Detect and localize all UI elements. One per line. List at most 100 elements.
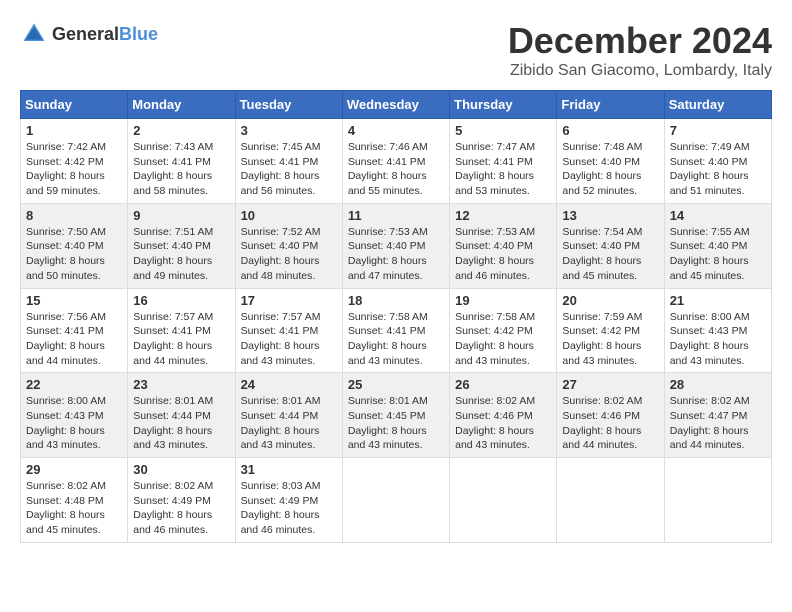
calendar-cell: 14 Sunrise: 7:55 AM Sunset: 4:40 PM Dayli… [664,203,771,288]
day-number: 23 [133,377,229,392]
calendar-week-3: 15 Sunrise: 7:56 AM Sunset: 4:41 PM Dayli… [21,288,772,373]
col-wednesday: Wednesday [342,91,449,119]
day-info: Sunrise: 7:55 AM Sunset: 4:40 PM Dayligh… [670,225,766,284]
day-info: Sunrise: 7:53 AM Sunset: 4:40 PM Dayligh… [455,225,551,284]
day-info: Sunrise: 8:01 AM Sunset: 4:44 PM Dayligh… [133,394,229,453]
calendar-week-4: 22 Sunrise: 8:00 AM Sunset: 4:43 PM Dayli… [21,373,772,458]
calendar-cell: 3 Sunrise: 7:45 AM Sunset: 4:41 PM Daylig… [235,119,342,204]
logo-text-blue: Blue [119,24,158,44]
day-number: 24 [241,377,337,392]
calendar-cell: 17 Sunrise: 7:57 AM Sunset: 4:41 PM Dayli… [235,288,342,373]
day-info: Sunrise: 7:48 AM Sunset: 4:40 PM Dayligh… [562,140,658,199]
calendar-cell: 15 Sunrise: 7:56 AM Sunset: 4:41 PM Dayli… [21,288,128,373]
col-friday: Friday [557,91,664,119]
day-info: Sunrise: 8:01 AM Sunset: 4:44 PM Dayligh… [241,394,337,453]
calendar-cell: 8 Sunrise: 7:50 AM Sunset: 4:40 PM Daylig… [21,203,128,288]
calendar-cell: 4Sunrise: 7:46 AM Sunset: 4:41 PM Daylig… [342,119,449,204]
day-info: Sunrise: 7:49 AM Sunset: 4:40 PM Dayligh… [670,140,766,199]
calendar-cell: 10Sunrise: 7:52 AM Sunset: 4:40 PM Dayli… [235,203,342,288]
day-info: Sunrise: 7:50 AM Sunset: 4:40 PM Dayligh… [26,225,122,284]
day-number: 12 [455,208,551,223]
month-title: December 2024 [508,20,772,62]
day-info: Sunrise: 8:00 AM Sunset: 4:43 PM Dayligh… [670,310,766,369]
day-info: Sunrise: 7:45 AM Sunset: 4:41 PM Dayligh… [241,140,337,199]
calendar-cell: 30Sunrise: 8:02 AM Sunset: 4:49 PM Dayli… [128,458,235,543]
day-number: 28 [670,377,766,392]
calendar-week-2: 8 Sunrise: 7:50 AM Sunset: 4:40 PM Daylig… [21,203,772,288]
logo: GeneralBlue [20,20,158,48]
calendar-cell: 7 Sunrise: 7:49 AM Sunset: 4:40 PM Daylig… [664,119,771,204]
calendar-cell: 5 Sunrise: 7:47 AM Sunset: 4:41 PM Daylig… [450,119,557,204]
day-number: 14 [670,208,766,223]
header-row: Sunday Monday Tuesday Wednesday Thursday… [21,91,772,119]
day-info: Sunrise: 7:56 AM Sunset: 4:41 PM Dayligh… [26,310,122,369]
day-info: Sunrise: 8:00 AM Sunset: 4:43 PM Dayligh… [26,394,122,453]
day-info: Sunrise: 7:53 AM Sunset: 4:40 PM Dayligh… [348,225,444,284]
day-number: 21 [670,293,766,308]
day-info: Sunrise: 7:46 AM Sunset: 4:41 PM Dayligh… [348,140,444,199]
day-info: Sunrise: 8:03 AM Sunset: 4:49 PM Dayligh… [241,479,337,538]
calendar-table: Sunday Monday Tuesday Wednesday Thursday… [20,90,772,543]
calendar-cell: 25Sunrise: 8:01 AM Sunset: 4:45 PM Dayli… [342,373,449,458]
col-monday: Monday [128,91,235,119]
day-number: 7 [670,123,766,138]
calendar-cell: 21 Sunrise: 8:00 AM Sunset: 4:43 PM Dayli… [664,288,771,373]
col-sunday: Sunday [21,91,128,119]
day-number: 29 [26,462,122,477]
day-number: 13 [562,208,658,223]
day-number: 10 [241,208,337,223]
day-number: 1 [26,123,122,138]
calendar-cell: 27 Sunrise: 8:02 AM Sunset: 4:46 PM Dayli… [557,373,664,458]
day-info: Sunrise: 7:43 AM Sunset: 4:41 PM Dayligh… [133,140,229,199]
day-number: 5 [455,123,551,138]
day-info: Sunrise: 7:57 AM Sunset: 4:41 PM Dayligh… [133,310,229,369]
day-number: 11 [348,208,444,223]
day-info: Sunrise: 7:58 AM Sunset: 4:42 PM Dayligh… [455,310,551,369]
day-number: 22 [26,377,122,392]
day-info: Sunrise: 8:02 AM Sunset: 4:46 PM Dayligh… [455,394,551,453]
day-info: Sunrise: 7:57 AM Sunset: 4:41 PM Dayligh… [241,310,337,369]
day-info: Sunrise: 7:54 AM Sunset: 4:40 PM Dayligh… [562,225,658,284]
calendar-cell: 22 Sunrise: 8:00 AM Sunset: 4:43 PM Dayli… [21,373,128,458]
calendar-cell: 9Sunrise: 7:51 AM Sunset: 4:40 PM Daylig… [128,203,235,288]
calendar-cell: 16Sunrise: 7:57 AM Sunset: 4:41 PM Dayli… [128,288,235,373]
day-number: 15 [26,293,122,308]
day-info: Sunrise: 7:47 AM Sunset: 4:41 PM Dayligh… [455,140,551,199]
calendar-week-5: 29 Sunrise: 8:02 AM Sunset: 4:48 PM Dayli… [21,458,772,543]
calendar-cell [450,458,557,543]
day-number: 27 [562,377,658,392]
day-number: 8 [26,208,122,223]
calendar-cell: 20Sunrise: 7:59 AM Sunset: 4:42 PM Dayli… [557,288,664,373]
calendar-cell [557,458,664,543]
day-number: 17 [241,293,337,308]
day-info: Sunrise: 7:42 AM Sunset: 4:42 PM Dayligh… [26,140,122,199]
day-info: Sunrise: 8:02 AM Sunset: 4:46 PM Dayligh… [562,394,658,453]
day-number: 26 [455,377,551,392]
day-number: 3 [241,123,337,138]
header: GeneralBlue December 2024 Zibido San Gia… [20,20,772,80]
calendar-cell: 2 Sunrise: 7:43 AM Sunset: 4:41 PM Daylig… [128,119,235,204]
day-number: 6 [562,123,658,138]
day-info: Sunrise: 7:58 AM Sunset: 4:41 PM Dayligh… [348,310,444,369]
day-number: 30 [133,462,229,477]
calendar-cell: 18Sunrise: 7:58 AM Sunset: 4:41 PM Dayli… [342,288,449,373]
calendar-cell: 1 Sunrise: 7:42 AM Sunset: 4:42 PM Daylig… [21,119,128,204]
calendar-cell: 11 Sunrise: 7:53 AM Sunset: 4:40 PM Dayli… [342,203,449,288]
day-number: 2 [133,123,229,138]
location-title: Zibido San Giacomo, Lombardy, Italy [508,62,772,80]
calendar-cell [664,458,771,543]
title-area: December 2024 Zibido San Giacomo, Lombar… [508,20,772,80]
calendar-cell: 24 Sunrise: 8:01 AM Sunset: 4:44 PM Dayli… [235,373,342,458]
day-number: 20 [562,293,658,308]
calendar-cell: 26 Sunrise: 8:02 AM Sunset: 4:46 PM Dayli… [450,373,557,458]
calendar-cell: 28Sunrise: 8:02 AM Sunset: 4:47 PM Dayli… [664,373,771,458]
col-saturday: Saturday [664,91,771,119]
calendar-cell: 12 Sunrise: 7:53 AM Sunset: 4:40 PM Dayli… [450,203,557,288]
day-number: 25 [348,377,444,392]
calendar-cell [342,458,449,543]
col-thursday: Thursday [450,91,557,119]
calendar-cell: 6 Sunrise: 7:48 AM Sunset: 4:40 PM Daylig… [557,119,664,204]
calendar-week-1: 1 Sunrise: 7:42 AM Sunset: 4:42 PM Daylig… [21,119,772,204]
day-info: Sunrise: 8:02 AM Sunset: 4:48 PM Dayligh… [26,479,122,538]
day-number: 19 [455,293,551,308]
